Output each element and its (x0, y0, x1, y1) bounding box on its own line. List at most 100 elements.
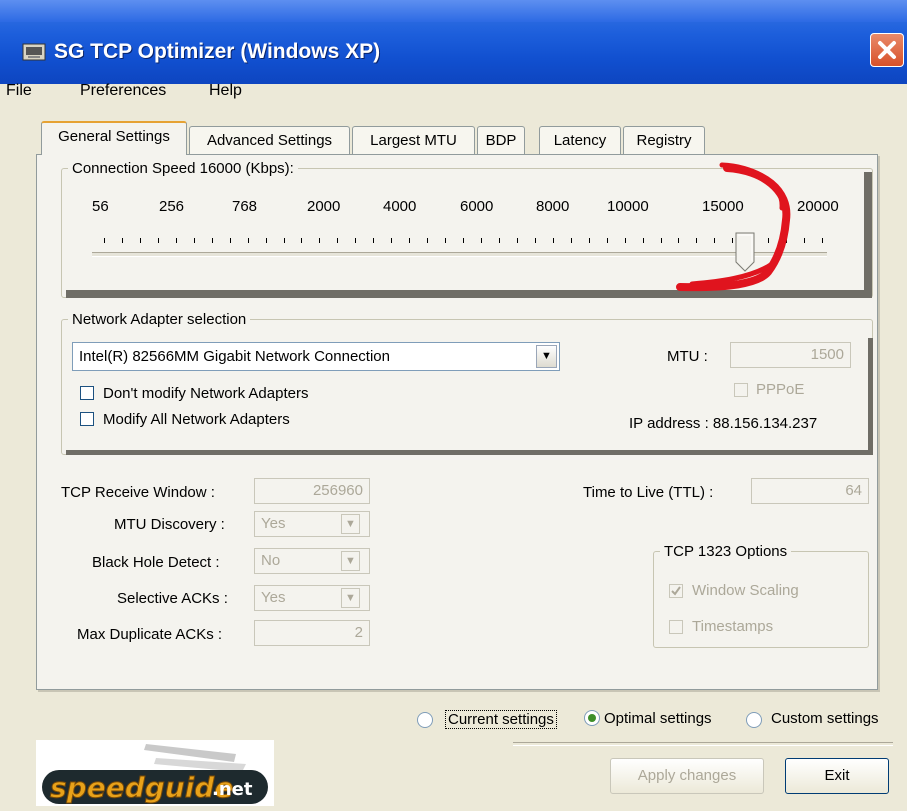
menu-file[interactable]: File (6, 82, 32, 100)
optimal-settings-label[interactable]: Optimal settings (604, 710, 712, 727)
slider-tick (445, 238, 447, 243)
timestamps-checkbox[interactable] (669, 620, 683, 634)
speed-scale-label: 8000 (536, 198, 570, 215)
checkmark-icon (671, 586, 681, 596)
slider-tick (175, 238, 177, 243)
logo-area: speedguide .net (36, 740, 274, 806)
slider-tick (624, 238, 626, 243)
slider-tick (229, 238, 231, 243)
adapter-select-value: Intel(R) 82566MM Gigabit Network Connect… (79, 348, 390, 365)
logo-text: speedguide (50, 771, 233, 804)
logo-suffix: .net (212, 779, 253, 800)
slider-tick (516, 238, 518, 243)
modify-all-checkbox[interactable] (80, 412, 94, 426)
speed-scale-label: 20000 (797, 198, 839, 215)
slider-tick (463, 238, 464, 243)
tab-bdp[interactable]: BDP (477, 126, 525, 154)
ttl-label: Time to Live (TTL) : (583, 484, 714, 501)
current-settings-radio[interactable] (417, 712, 433, 728)
slider-tick (409, 238, 411, 243)
optimal-settings-radio[interactable] (584, 710, 600, 726)
network-adapter-group: Network Adapter selection (61, 311, 873, 455)
group-shadow (868, 338, 873, 455)
slider-tick (498, 238, 500, 243)
speed-scale-label: 256 (159, 198, 185, 215)
slider-tick (804, 238, 805, 243)
slider-tick (480, 238, 482, 243)
exit-button[interactable]: Exit (785, 758, 889, 794)
close-button[interactable] (870, 33, 904, 67)
chevron-down-icon[interactable]: ▼ (341, 551, 360, 571)
pppoe-checkbox[interactable] (734, 383, 748, 397)
window-scaling-label: Window Scaling (692, 582, 799, 599)
timestamps-label: Timestamps (692, 618, 774, 635)
tab-advanced-settings[interactable]: Advanced Settings (189, 126, 350, 154)
tcp1323-legend: TCP 1323 Options (664, 543, 788, 560)
chevron-down-icon[interactable]: ▼ (341, 514, 360, 534)
menu-preferences[interactable]: Preferences (80, 82, 166, 100)
speed-scale-label: 10000 (607, 198, 649, 215)
tcp-receive-window-field[interactable]: 256960 (254, 478, 370, 504)
window-scaling-checkbox[interactable] (669, 584, 683, 598)
selective-acks-label: Selective ACKs : (117, 590, 228, 607)
divider (513, 742, 893, 746)
slider-tick (319, 238, 321, 243)
network-adapter-legend: Network Adapter selection (72, 311, 247, 328)
speed-scale-label: 4000 (383, 198, 417, 215)
slider-tick (642, 238, 644, 243)
slider-tick (427, 238, 429, 243)
tab-general-settings[interactable]: General Settings (41, 121, 187, 155)
group-shadow (864, 172, 872, 298)
chevron-down-icon: ▼ (541, 350, 552, 362)
red-annotation-arrow (676, 162, 791, 292)
menu-help[interactable]: Help (209, 82, 242, 100)
slider-tick (534, 238, 536, 243)
max-duplicate-acks-field[interactable]: 2 (254, 620, 370, 646)
custom-settings-label[interactable]: Custom settings (771, 710, 879, 727)
slider-tick (391, 238, 393, 243)
speed-scale-label: 768 (232, 198, 258, 215)
slider-tick (122, 238, 123, 243)
dont-modify-label: Don't modify Network Adapters (103, 385, 309, 402)
ip-address: IP address : 88.156.134.237 (629, 415, 818, 432)
slider-tick (157, 238, 159, 243)
slider-tick (588, 238, 590, 243)
ttl-field[interactable]: 64 (751, 478, 869, 504)
dont-modify-checkbox[interactable] (80, 386, 94, 400)
slider-tick (301, 238, 303, 243)
speed-scale-label: 2000 (307, 198, 341, 215)
speedguide-logo: speedguide .net (42, 744, 268, 805)
black-hole-detect-label: Black Hole Detect : (92, 554, 220, 571)
slider-tick (660, 238, 662, 243)
slider-tick (211, 238, 213, 243)
slider-tick (570, 238, 572, 243)
slider-tick (139, 238, 141, 243)
custom-settings-radio[interactable] (746, 712, 762, 728)
window-title: SG TCP Optimizer (Windows XP) (54, 40, 381, 63)
slider-tick (355, 238, 357, 243)
app-icon (22, 43, 46, 61)
apply-changes-button[interactable]: Apply changes (610, 758, 764, 794)
connection-speed-label: Connection Speed 16000 (Kbps): (72, 160, 294, 177)
pppoe-label: PPPoE (756, 381, 805, 398)
slider-tick (606, 238, 608, 243)
adapter-select-arrow[interactable]: ▼ (536, 345, 557, 368)
adapter-select[interactable]: Intel(R) 82566MM Gigabit Network Connect… (72, 342, 560, 371)
modify-all-label: Modify All Network Adapters (103, 411, 290, 428)
speed-scale-label: 6000 (460, 198, 494, 215)
slider-tick (552, 238, 554, 243)
slider-tick (104, 238, 105, 243)
tab-largest-mtu[interactable]: Largest MTU (352, 126, 475, 154)
slider-tick (822, 238, 823, 243)
mtu-field[interactable]: 1500 (730, 342, 851, 368)
current-settings-label[interactable]: Current settings (445, 710, 557, 729)
tcp-receive-window-label: TCP Receive Window : (61, 484, 215, 501)
chevron-down-icon[interactable]: ▼ (341, 588, 360, 608)
close-icon (878, 41, 896, 59)
slider-tick (193, 238, 195, 243)
tab-latency[interactable]: Latency (539, 126, 621, 154)
slider-tick (283, 238, 285, 243)
tab-registry[interactable]: Registry (623, 126, 705, 154)
slider-tick (337, 238, 339, 243)
slider-tick (265, 238, 267, 243)
